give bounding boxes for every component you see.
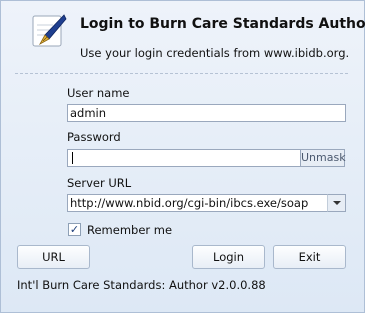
unmask-button[interactable]: Unmask [300,149,346,167]
url-button[interactable]: URL [17,245,90,269]
password-label: Password [67,130,121,144]
dialog-title: Login to Burn Care Standards Author [80,16,365,32]
username-field[interactable]: admin [67,104,346,122]
fountain-pen-icon [31,13,67,49]
server-url-dropdown-button[interactable] [327,194,346,212]
version-text: Int'l Burn Care Standards: Author v2.0.0… [17,278,266,292]
server-url-combobox[interactable]: http://www.nbid.org/cgi-bin/ibcs.exe/soa… [67,194,328,212]
exit-button[interactable]: Exit [273,245,346,269]
dialog-subtitle: Use your login credentials from www.ibid… [80,46,350,60]
chevron-down-icon [333,201,341,205]
password-field[interactable] [67,149,301,167]
remember-me-checkbox[interactable]: ✓ [68,223,81,236]
server-url-label: Server URL [67,176,132,190]
login-button[interactable]: Login [192,245,265,269]
remember-me-label[interactable]: Remember me [87,223,172,237]
header-divider [15,73,348,74]
text-caret [72,152,73,164]
login-dialog: Login to Burn Care Standards Author Use … [0,0,365,313]
username-label: User name [67,86,130,100]
